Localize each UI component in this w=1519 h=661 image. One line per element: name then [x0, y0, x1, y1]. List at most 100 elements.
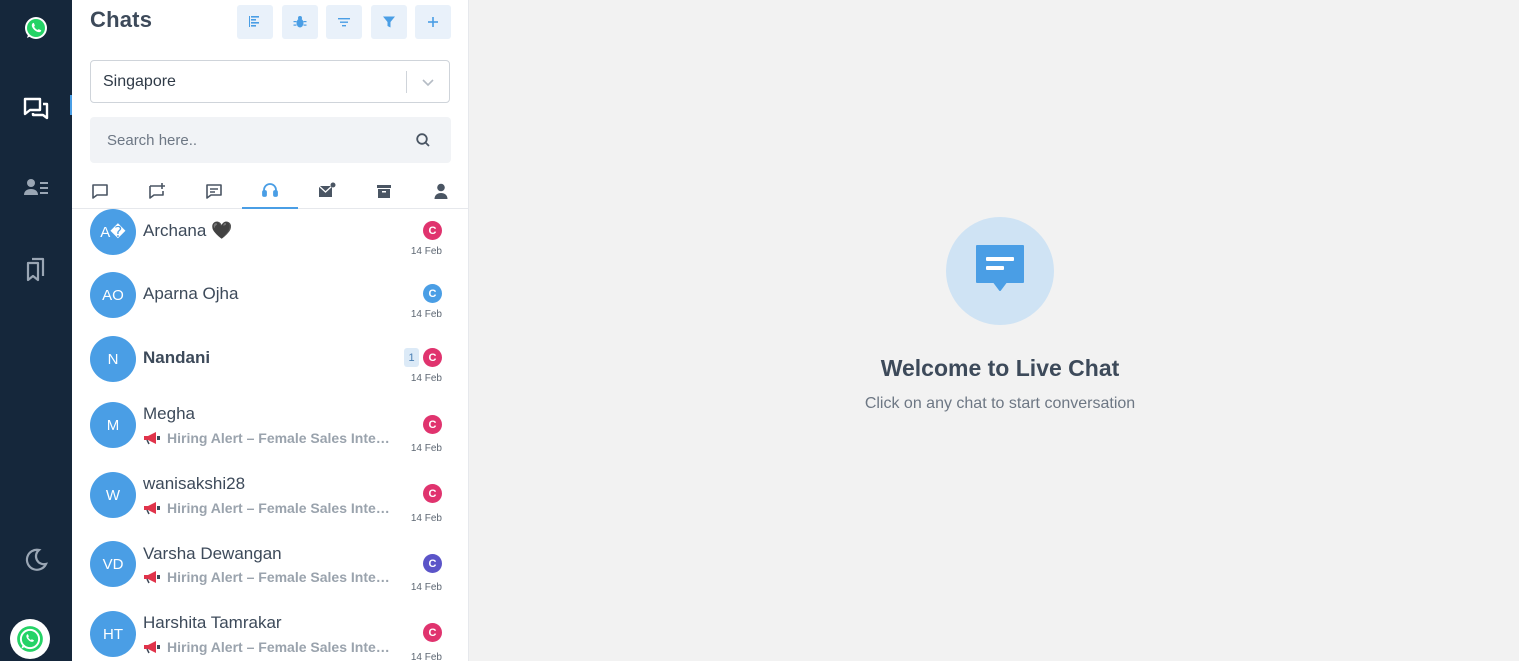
bug-button[interactable] — [282, 5, 318, 39]
bug-icon — [293, 16, 307, 28]
unread-count-badge: 1 — [404, 348, 419, 367]
chat-name: Nandani — [143, 348, 211, 367]
channel-badge: C — [423, 484, 442, 503]
chat-preview-text: Hiring Alert – Female Sales Internship — [167, 569, 395, 585]
channel-badge: C — [423, 284, 442, 303]
welcome-subtitle: Click on any chat to start conversation — [864, 395, 1136, 412]
chat-row[interactable]: W wanisakshi28 Hiring Alert – Female Sal… — [72, 472, 468, 538]
tab-chat[interactable] — [72, 172, 128, 209]
megaphone-icon — [144, 502, 160, 515]
tab-mail[interactable] — [299, 172, 355, 209]
location-select[interactable]: Singapore — [90, 60, 450, 103]
funnel-icon — [383, 16, 395, 28]
channel-badge: C — [423, 415, 442, 434]
avatar: M — [90, 402, 136, 448]
chat-square-icon — [92, 183, 108, 199]
select-separator — [406, 71, 407, 93]
align-button[interactable] — [237, 5, 273, 39]
channel-badge: C — [423, 221, 442, 240]
chat-message-icon — [976, 245, 1024, 291]
plus-icon — [428, 17, 438, 27]
chat-date: 14 Feb — [410, 513, 442, 524]
avatar: A� — [90, 209, 136, 255]
rail-item-bookmarks[interactable] — [0, 247, 72, 291]
chat-row[interactable]: HT Harshita Tamrakar Hiring Alert – Fema… — [72, 611, 468, 661]
chat-preview-text: Hiring Alert – Female Sales Internship — [167, 500, 395, 516]
chat-list: A� Archana 🖤 C 14 Feb AO Aparna Ojha C 1… — [72, 209, 468, 661]
welcome-pane: Welcome to Live Chat Click on any chat t… — [469, 0, 1519, 661]
chat-date: 14 Feb — [410, 652, 442, 661]
chat-date: 14 Feb — [410, 309, 442, 320]
nav-rail — [0, 0, 72, 661]
rail-item-profile[interactable] — [10, 619, 50, 659]
align-left-icon — [249, 16, 259, 27]
megaphone-icon — [144, 571, 160, 584]
rail-item-contacts[interactable] — [0, 166, 72, 210]
chat-preview: Hiring Alert – Female Sales Internship — [143, 500, 395, 516]
rail-item-whatsapp[interactable] — [0, 6, 72, 50]
chat-date: 14 Feb — [410, 373, 442, 384]
rail-item-chats[interactable] — [0, 87, 72, 131]
chat-preview-text: Hiring Alert – Female Sales Internship — [167, 639, 395, 655]
channel-badge: C — [423, 623, 442, 642]
add-chat-button[interactable] — [415, 5, 451, 39]
channel-badge: C — [423, 348, 442, 367]
chat-date: 14 Feb — [410, 443, 442, 454]
user-icon — [434, 183, 448, 199]
sort-button[interactable] — [326, 5, 362, 39]
chat-name: Aparna Ojha — [143, 284, 239, 303]
chat-name: Harshita Tamrakar — [143, 613, 282, 632]
chat-row[interactable]: AO Aparna Ojha C 14 Feb — [72, 272, 468, 338]
chat-name: Varsha Dewangan — [143, 544, 282, 563]
avatar: VD — [90, 541, 136, 587]
chat-row[interactable]: VD Varsha Dewangan Hiring Alert – Female… — [72, 541, 468, 607]
chat-preview: Hiring Alert – Female Sales Internship — [143, 569, 395, 585]
headset-icon — [262, 182, 278, 197]
rail-item-theme[interactable] — [0, 538, 72, 582]
moon-icon — [25, 548, 48, 571]
search-input[interactable] — [90, 117, 400, 163]
chat-list-panel: Chats Singapore Search here.. A� Archana… — [72, 0, 469, 661]
tab-support[interactable] — [242, 172, 298, 209]
avatar: AO — [90, 272, 136, 318]
page-title: Chats — [90, 7, 153, 32]
chat-name: Archana 🖤 — [143, 221, 233, 240]
whatsapp-icon — [25, 17, 47, 39]
avatar: HT — [90, 611, 136, 657]
chat-row[interactable]: A� Archana 🖤 C 14 Feb — [72, 209, 468, 275]
chevron-down-icon[interactable] — [419, 73, 437, 91]
chat-preview: Hiring Alert – Female Sales Internship — [143, 639, 395, 655]
tab-message[interactable] — [186, 172, 242, 209]
whatsapp-avatar-icon — [17, 626, 43, 652]
location-select-value: Singapore — [103, 73, 176, 90]
chat-date: 14 Feb — [410, 582, 442, 593]
chat-row[interactable]: M Megha Hiring Alert – Female Sales Inte… — [72, 402, 468, 468]
chat-name: wanisakshi28 — [143, 474, 246, 493]
megaphone-icon — [144, 432, 160, 445]
chat-preview-text: Hiring Alert – Female Sales Internship — [167, 430, 395, 446]
megaphone-icon — [144, 641, 160, 654]
chat-plus-icon — [149, 182, 165, 199]
welcome-icon-circle — [946, 217, 1054, 325]
chat-name: Megha — [143, 404, 195, 423]
tab-chat-add[interactable] — [129, 172, 185, 209]
chat-date: 14 Feb — [410, 246, 442, 257]
chat-bubbles-icon — [23, 97, 49, 120]
welcome-title: Welcome to Live Chat — [880, 355, 1120, 381]
chat-preview: Hiring Alert – Female Sales Internship — [143, 430, 395, 446]
avatar: N — [90, 336, 136, 382]
sort-icon — [338, 18, 350, 27]
mail-icon — [318, 182, 336, 197]
search-icon[interactable] — [415, 132, 431, 148]
chat-filter-tabs — [72, 172, 468, 209]
tab-archive[interactable] — [356, 172, 412, 209]
message-lines-icon — [206, 183, 222, 199]
search-box — [90, 117, 451, 163]
filter-button[interactable] — [371, 5, 407, 39]
bookmarks-icon — [26, 257, 45, 282]
contacts-icon — [24, 179, 48, 195]
tab-user[interactable] — [413, 172, 468, 209]
archive-icon — [377, 184, 391, 198]
chat-row[interactable]: N Nandani 1 C 14 Feb — [72, 336, 468, 402]
avatar: W — [90, 472, 136, 518]
